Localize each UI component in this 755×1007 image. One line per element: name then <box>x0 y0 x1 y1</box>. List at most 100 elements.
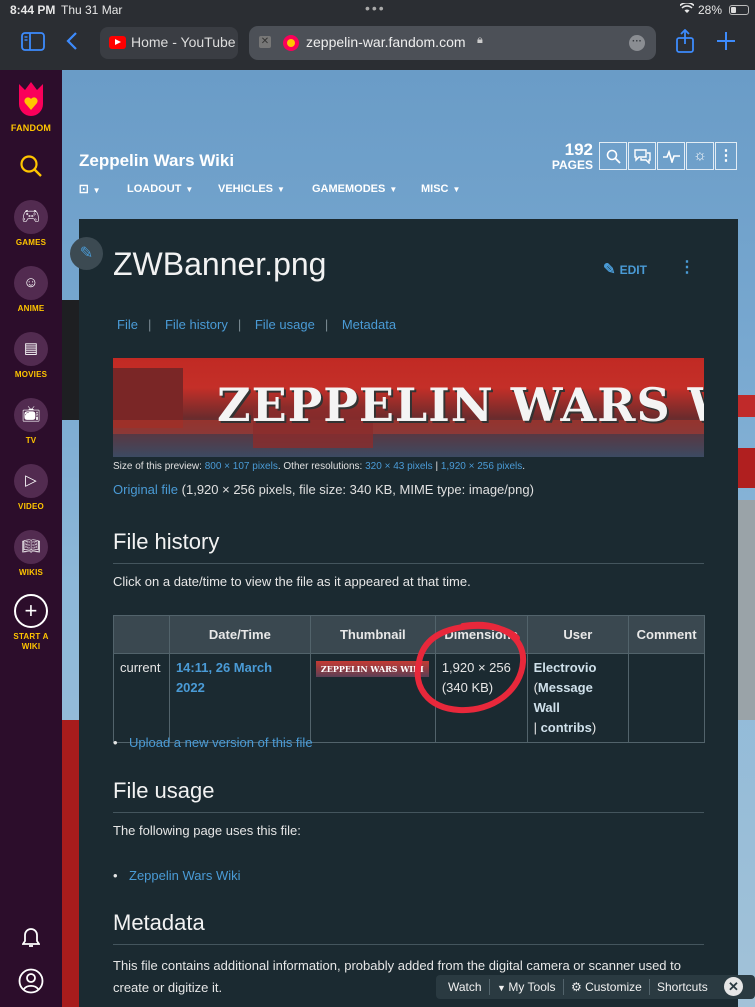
preview-suffix: . <box>522 461 526 472</box>
multitasking-dots-icon[interactable]: ••• <box>365 0 386 16</box>
floating-edit-button[interactable]: ✎ <box>70 237 103 270</box>
rail-item-anime[interactable]: ☺ ANIME <box>0 266 62 313</box>
my-tools-label: My Tools <box>508 980 556 994</box>
toc-link-file-history[interactable]: File history <box>165 317 228 332</box>
search-icon <box>20 155 42 177</box>
wiki-title[interactable]: Zeppelin Wars Wiki <box>79 151 234 171</box>
url-text[interactable]: zeppelin-war.fandom.com <box>306 34 466 50</box>
rail-item-wikis[interactable]: 📖︎ WIKIS <box>0 530 62 577</box>
nav-loadout[interactable]: LOADOUT ▼ <box>127 183 193 195</box>
section-heading-file-history: File history <box>113 529 704 564</box>
resolution-link-1920[interactable]: 1,920 × 256 pixels <box>441 461 522 472</box>
file-history-table: Date/Time Thumbnail Dimensions User Comm… <box>113 615 705 743</box>
chevron-down-icon: ▼ <box>452 185 461 194</box>
preview-middle: . Other resolutions: <box>277 461 366 472</box>
nav-gamemodes[interactable]: GAMEMODES ▼ <box>312 183 397 195</box>
cell-comment <box>628 653 705 743</box>
fandom-logo[interactable]: FANDOM <box>0 80 62 133</box>
column-header: Date/Time <box>168 615 311 654</box>
rail-item-video[interactable]: ▷ VIDEO <box>0 464 62 511</box>
cell-dimensions: 1,920 × 256 (340 KB) <box>434 653 528 743</box>
discussions-icon <box>633 149 651 165</box>
rail-notifications[interactable] <box>0 927 62 951</box>
battery-percent: 28% <box>698 3 723 17</box>
new-tab-icon[interactable] <box>716 31 736 57</box>
sun-icon: ☼ <box>693 147 707 164</box>
nav-wiki-menu[interactable]: ⚀ ▼ <box>79 183 100 196</box>
tab-active-address-bar[interactable]: ✕ zeppelin-war.fandom.com 🔒︎ ··· <box>249 26 656 60</box>
tv-icon: 📺︎ <box>21 406 41 423</box>
wiki-icon: ⚀ <box>79 184 89 196</box>
theme-toggle-button[interactable]: ☼ <box>686 142 714 170</box>
wiki-header: Zeppelin Wars Wiki 192 PAGES ☼ ⋮ ⚀ ▼ LOAD… <box>62 70 755 220</box>
thumbnail-image[interactable]: ZEPPELIN WARS WIKI <box>315 661 429 677</box>
customize-label: Customize <box>585 980 642 994</box>
column-header: Thumbnail <box>309 615 436 654</box>
page-count: 192 PAGES <box>548 141 593 171</box>
preview-size-link[interactable]: 800 × 107 pixels <box>205 461 278 472</box>
pencil-icon: ✎ <box>603 261 616 278</box>
file-usage-intro: The following page uses this file: <box>113 823 301 838</box>
rail-item-tv[interactable]: 📺︎ TV <box>0 398 62 445</box>
recent-activity-button[interactable] <box>657 142 685 170</box>
rail-item-label: GAMES <box>15 238 47 247</box>
toc-link-metadata[interactable]: Metadata <box>342 317 396 332</box>
shortcuts-button[interactable]: Shortcuts <box>657 980 708 994</box>
fandom-icon <box>283 35 299 51</box>
customize-button[interactable]: ⚙ Customize <box>571 980 642 994</box>
fandom-logo-label: FANDOM <box>10 123 52 133</box>
datetime-link[interactable]: 14:11, 26 March 2022 <box>176 660 272 695</box>
rail-item-movies[interactable]: ▤ MOVIES <box>0 332 62 379</box>
edit-label: EDIT <box>619 263 647 277</box>
section-heading-metadata: Metadata <box>113 910 704 945</box>
nav-vehicles[interactable]: VEHICLES ▼ <box>218 183 285 195</box>
page-title: ZWBanner.png <box>113 246 327 282</box>
wiki-bottom-toolbar: Watch ▼ My Tools ⚙ Customize Shortcuts <box>436 975 755 999</box>
contribs-link[interactable]: contribs <box>541 720 592 735</box>
nav-misc[interactable]: MISC ▼ <box>421 183 460 195</box>
tab-label: Home - YouTube <box>131 34 236 50</box>
resolution-link-320[interactable]: 320 × 43 pixels <box>365 461 433 472</box>
close-tab-icon[interactable]: ✕ <box>259 36 271 48</box>
nav-label: GAMEMODES <box>312 183 386 195</box>
rail-item-games[interactable]: 🎮︎ GAMES <box>0 200 62 247</box>
back-icon[interactable] <box>66 31 78 57</box>
status-date: Thu 31 Mar <box>61 3 123 17</box>
more-tools-button[interactable]: ⋮ <box>715 142 737 170</box>
original-file-link[interactable]: Original file <box>113 482 178 497</box>
rail-item-label: ANIME <box>17 304 45 313</box>
wiki-search-button[interactable] <box>599 142 627 170</box>
my-tools-button[interactable]: ▼ My Tools <box>497 980 556 994</box>
sidebar-icon[interactable] <box>21 32 45 57</box>
status-bar: 8:44 PM Thu 31 Mar ••• 28% <box>0 0 755 22</box>
share-icon[interactable] <box>675 28 695 59</box>
tab-youtube[interactable]: Home - YouTube <box>100 27 238 59</box>
upload-new-version-link[interactable]: Upload a new version of this file <box>113 735 313 750</box>
rail-item-label: TV <box>25 436 37 445</box>
toc-link-file[interactable]: File <box>117 317 138 332</box>
discussions-button[interactable] <box>628 142 656 170</box>
edit-button[interactable]: ✎ EDIT <box>603 260 647 278</box>
wifi-icon <box>679 1 695 17</box>
rail-search[interactable] <box>0 154 62 180</box>
gamepad-icon: 🎮︎ <box>21 208 41 225</box>
column-header: Comment <box>628 615 705 654</box>
section-heading-file-usage: File usage <box>113 778 704 813</box>
more-options-icon[interactable]: ··· <box>629 35 645 51</box>
banner-text: ZEPPELIN WARS WI <box>217 378 704 432</box>
browser-toolbar: Home - YouTube ✕ zeppelin-war.fandom.com… <box>0 22 755 70</box>
gear-icon: ⚙ <box>571 980 586 994</box>
message-wall-link[interactable]: Message Wall <box>534 680 593 715</box>
battery-icon <box>729 5 749 15</box>
file-preview-image[interactable]: ZEPPELIN WARS WI <box>113 358 704 457</box>
rail-profile[interactable] <box>0 968 62 996</box>
user-link[interactable]: Electrovio <box>534 660 597 675</box>
close-toolbar-icon[interactable]: ✕ <box>724 977 743 996</box>
file-usage-page-link[interactable]: Zeppelin Wars Wiki <box>113 868 241 883</box>
watch-button[interactable]: Watch <box>448 980 482 994</box>
rail-item-start-a-wiki[interactable]: + START A WIKI <box>0 594 62 652</box>
toc-link-file-usage[interactable]: File usage <box>255 317 315 332</box>
original-file-details: (1,920 × 256 pixels, file size: 340 KB, … <box>178 482 534 497</box>
clapperboard-icon: ▤ <box>23 340 39 357</box>
page-actions-menu-icon[interactable]: ⋮ <box>679 257 695 277</box>
